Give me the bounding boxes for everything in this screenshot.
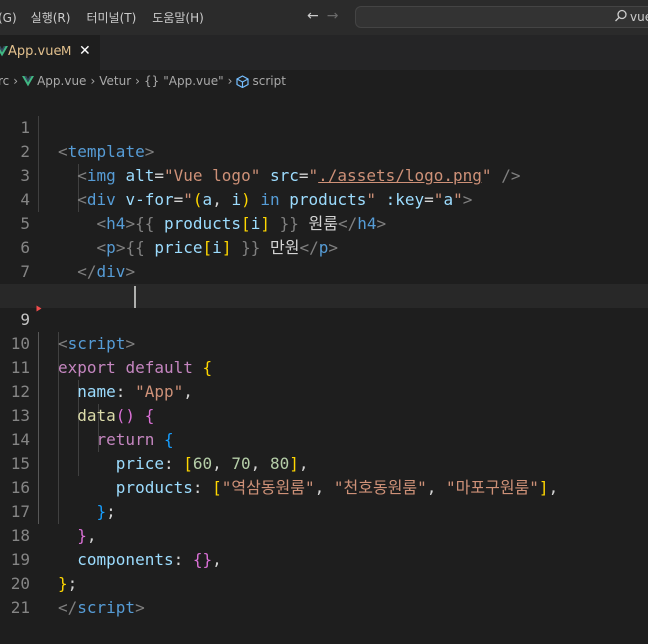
line-number: 21 (10, 598, 30, 617)
code-line: 2 <img alt="Vue logo" src="./assets/logo… (0, 116, 648, 185)
code-line: 5 <p>{{ price[i] }} 만원</p> (0, 188, 648, 257)
vue-file-icon (0, 46, 8, 57)
code-line: 17 }, (0, 476, 648, 545)
close-icon[interactable]: ✕ (79, 43, 91, 59)
cube-icon (236, 74, 250, 88)
chevron-right-icon: › (90, 74, 96, 88)
command-center-search[interactable]: vue (355, 6, 648, 28)
chevron-right-icon: › (227, 74, 233, 88)
fold-marker-icon (36, 305, 42, 312)
code-line: 7 </template> (0, 236, 648, 305)
search-icon (615, 9, 627, 22)
tab-app-vue[interactable]: App.vue M ✕ (0, 35, 100, 70)
code-line: 3 <div v-for="(a, i) in products" :key="… (0, 140, 648, 209)
code-line: 15 products: ["역삼동원룸", "천호동원룸", "마포구원룸"]… (0, 428, 648, 497)
tab-bar: App.vue M ✕ (0, 35, 648, 70)
code-line: 1 <template> (0, 92, 648, 161)
menu-go[interactable]: (G) (0, 11, 17, 25)
menu-run[interactable]: 실행(R) (31, 9, 71, 26)
breadcrumb-src[interactable]: rc (0, 74, 9, 88)
code-line: 16 }; (0, 452, 648, 521)
code-line: 6 </div> (0, 212, 648, 281)
breadcrumb-component[interactable]: "App.vue" (163, 74, 223, 88)
code-line: 13 return { (0, 380, 648, 449)
forward-arrow-icon[interactable]: → (327, 8, 339, 24)
code-line: 10 export default { (0, 308, 648, 377)
code-text: </script> (58, 598, 145, 617)
code-line: 21 (0, 572, 648, 617)
braces-icon: {} (143, 74, 160, 88)
code-line: 4 <h4>{{ products[i] }} 원룸</h4> (0, 164, 648, 233)
code-line-current: 9 <script> (0, 284, 648, 353)
tab-label: App.vue (8, 44, 62, 59)
search-text: vue (630, 10, 648, 24)
code-line: 11 name: "App", (0, 332, 648, 401)
code-line: 20 </script> (0, 548, 648, 617)
title-bar: (G) 실행(R) 터미널(T) 도움말(H) ← → vue (0, 0, 648, 35)
breadcrumb-script[interactable]: script (252, 74, 285, 88)
vue-file-icon (22, 76, 35, 87)
modified-indicator: M (61, 44, 72, 58)
menu-terminal[interactable]: 터미널(T) (86, 9, 136, 26)
code-editor[interactable]: 1 <template> 2 <img alt="Vue logo" src="… (0, 92, 648, 617)
back-arrow-icon[interactable]: ← (307, 8, 319, 24)
text-cursor (134, 286, 136, 308)
code-line: 18 components: {}, (0, 500, 648, 569)
breadcrumb-file[interactable]: App.vue (37, 74, 86, 88)
code-line: 8 (0, 260, 648, 305)
breadcrumb: rc › App.vue › Vetur › {} "App.vue" › sc… (0, 70, 648, 92)
chevron-right-icon: › (13, 74, 19, 88)
nav-arrows: ← → (307, 8, 338, 24)
menu-help[interactable]: 도움말(H) (152, 9, 204, 26)
chevron-right-icon: › (135, 74, 140, 88)
breadcrumb-vetur[interactable]: Vetur (99, 74, 131, 88)
code-line: 19 }; (0, 524, 648, 593)
code-line: 14 price: [60, 70, 80], (0, 404, 648, 473)
code-line: 12 data() { (0, 356, 648, 425)
